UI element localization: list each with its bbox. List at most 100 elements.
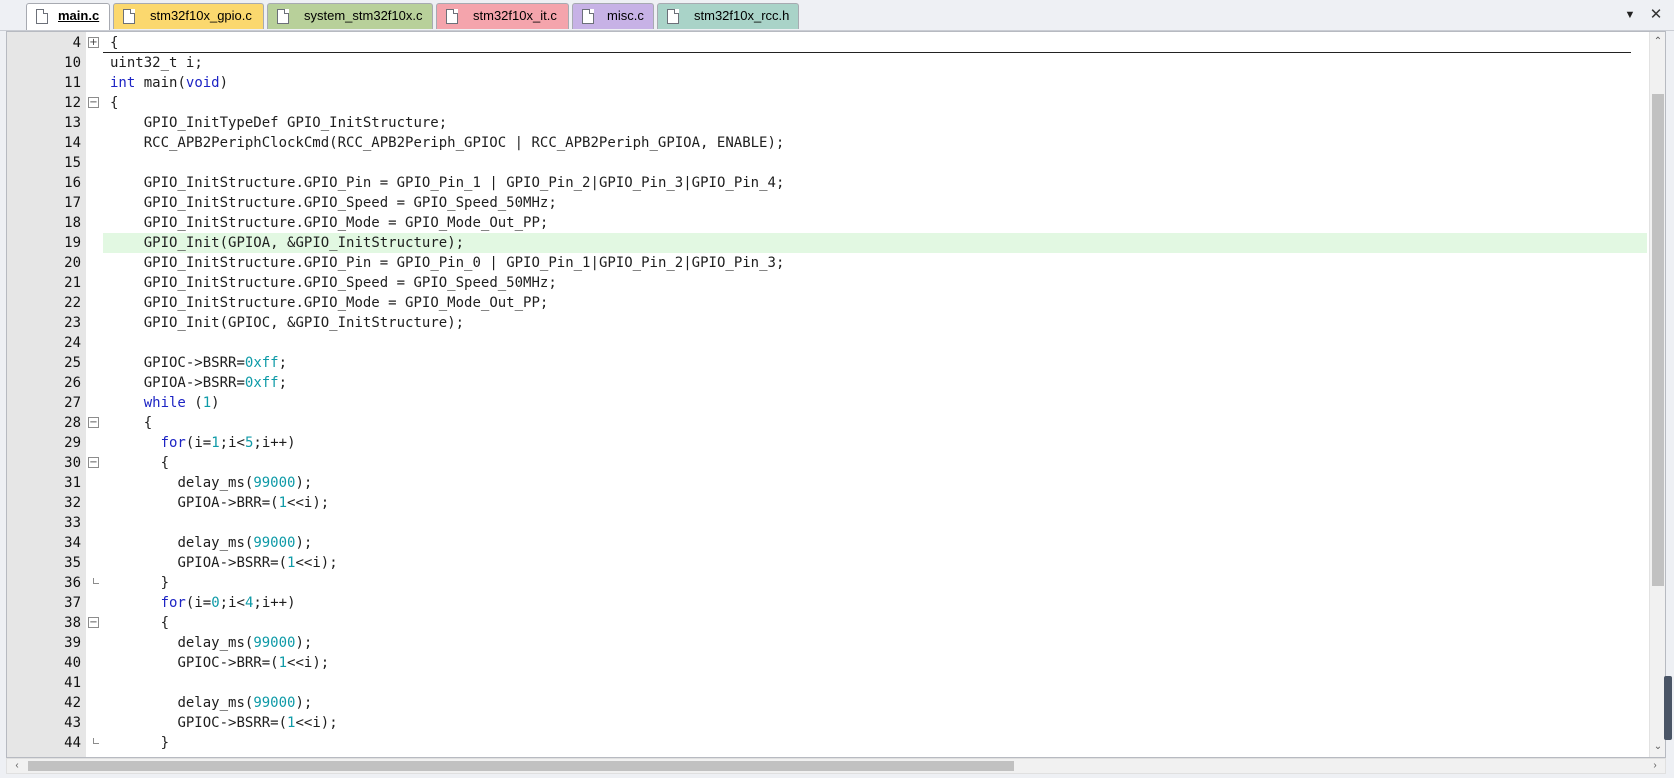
code-editor[interactable]: 4 +{10 uint32_t i; 11 int main(void) 12−{13 G… [6, 31, 1666, 758]
code-line[interactable]: 29 for(i=1;i<5;i++) [7, 433, 1647, 453]
scroll-up-icon[interactable]: ⌃ [1650, 34, 1665, 50]
code-line[interactable]: 43 GPIOC->BSRR=(1<<i); [7, 713, 1647, 733]
code-line[interactable]: 23 GPIO_Init(GPIOC, &GPIO_InitStructure)… [7, 313, 1647, 333]
code-text[interactable]: GPIO_InitTypeDef GPIO_InitStructure; [103, 113, 1647, 133]
horizontal-scrollbar[interactable]: ‹ › [6, 758, 1666, 774]
code-line[interactable]: 26 GPIOA->BSRR=0xff; [7, 373, 1647, 393]
code-text[interactable]: for(i=0;i<4;i++) [103, 593, 1647, 613]
code-text[interactable]: GPIO_InitStructure.GPIO_Speed = GPIO_Spe… [103, 193, 1647, 213]
code-text[interactable]: GPIOA->BRR=(1<<i); [103, 493, 1647, 513]
code-line[interactable]: 34 delay_ms(99000); [7, 533, 1647, 553]
code-text[interactable]: } [103, 733, 1647, 753]
fold-collapse-icon[interactable]: − [88, 617, 99, 628]
code-text[interactable]: } [103, 573, 1647, 593]
code-line[interactable]: 36 } [7, 573, 1647, 593]
code-line[interactable]: 44 } [7, 733, 1647, 753]
fold-collapse-icon[interactable]: − [88, 457, 99, 468]
code-line[interactable]: 13 GPIO_InitTypeDef GPIO_InitStructure; [7, 113, 1647, 133]
tab-system-stm32f10x-c[interactable]: system_stm32f10x.c [267, 3, 433, 29]
code-line[interactable]: 30− { [7, 453, 1647, 473]
vertical-scrollbar[interactable]: ⌃ ⌄ [1649, 32, 1665, 757]
code-line[interactable]: 35 GPIOA->BSRR=(1<<i); [7, 553, 1647, 573]
scroll-down-icon[interactable]: ⌄ [1650, 739, 1665, 755]
fold-collapse-icon[interactable]: − [88, 417, 99, 428]
code-line[interactable]: 41 [7, 673, 1647, 693]
code-text[interactable] [103, 673, 1647, 693]
vertical-scroll-thumb[interactable] [1652, 94, 1664, 586]
code-line[interactable]: 18 GPIO_InitStructure.GPIO_Mode = GPIO_M… [7, 213, 1647, 233]
code-line[interactable]: 15 [7, 153, 1647, 173]
close-icon[interactable]: ✕ [1648, 7, 1664, 23]
code-text[interactable]: { [103, 413, 1647, 433]
code-text[interactable]: { [103, 33, 1647, 53]
code-text[interactable]: for(i=1;i<5;i++) [103, 433, 1647, 453]
code-line[interactable]: 37 for(i=0;i<4;i++) [7, 593, 1647, 613]
code-line[interactable]: 20 GPIO_InitStructure.GPIO_Pin = GPIO_Pi… [7, 253, 1647, 273]
code-text[interactable]: GPIO_InitStructure.GPIO_Pin = GPIO_Pin_0… [103, 253, 1647, 273]
code-text[interactable]: RCC_APB2PeriphClockCmd(RCC_APB2Periph_GP… [103, 133, 1647, 153]
code-line[interactable]: 25 GPIOC->BSRR=0xff; [7, 353, 1647, 373]
horizontal-scroll-thumb[interactable] [28, 761, 1014, 771]
code-text[interactable]: { [103, 613, 1647, 633]
code-text[interactable]: GPIOC->BSRR=(1<<i); [103, 713, 1647, 733]
scroll-left-icon[interactable]: ‹ [9, 759, 25, 773]
tab-misc-c[interactable]: misc.c [572, 3, 654, 29]
code-line[interactable]: 42 delay_ms(99000); [7, 693, 1647, 713]
code-text[interactable]: { [103, 453, 1647, 473]
splitter-grip[interactable] [1664, 676, 1672, 740]
code-text[interactable] [103, 333, 1647, 353]
fold-collapse-icon[interactable]: − [88, 97, 99, 108]
code-text[interactable]: GPIO_InitStructure.GPIO_Pin = GPIO_Pin_1… [103, 173, 1647, 193]
code-text[interactable]: GPIOA->BSRR=0xff; [103, 373, 1647, 393]
code-text[interactable]: GPIO_InitStructure.GPIO_Speed = GPIO_Spe… [103, 273, 1647, 293]
code-text[interactable]: GPIOC->BRR=(1<<i); [103, 653, 1647, 673]
code-line[interactable]: 19 GPIO_Init(GPIOA, &GPIO_InitStructure)… [7, 233, 1647, 253]
code-line[interactable]: 12−{ [7, 93, 1647, 113]
code-text[interactable]: delay_ms(99000); [103, 473, 1647, 493]
code-text[interactable]: GPIOC->BSRR=0xff; [103, 353, 1647, 373]
code-line[interactable]: 17 GPIO_InitStructure.GPIO_Speed = GPIO_… [7, 193, 1647, 213]
code-text[interactable]: delay_ms(99000); [103, 533, 1647, 553]
code-text[interactable]: { [103, 93, 1647, 113]
code-line[interactable]: 32 GPIOA->BRR=(1<<i); [7, 493, 1647, 513]
file-icon [667, 9, 679, 24]
code-text[interactable]: GPIOA->BSRR=(1<<i); [103, 553, 1647, 573]
line-number: 15 [64, 155, 81, 171]
code-line[interactable]: 27 while (1) [7, 393, 1647, 413]
code-line[interactable]: 16 GPIO_InitStructure.GPIO_Pin = GPIO_Pi… [7, 173, 1647, 193]
code-text[interactable] [103, 153, 1647, 173]
code-text[interactable]: int main(void) [103, 73, 1647, 93]
line-number: 25 [64, 355, 81, 371]
line-number: 12 [64, 95, 81, 111]
code-line[interactable]: 10 uint32_t i; [7, 53, 1647, 73]
tab-stm32f10x-rcc-h[interactable]: stm32f10x_rcc.h [657, 3, 799, 29]
scroll-right-icon[interactable]: › [1647, 759, 1663, 773]
code-text[interactable]: delay_ms(99000); [103, 633, 1647, 653]
code-line[interactable]: 33 [7, 513, 1647, 533]
code-line[interactable]: 22 GPIO_InitStructure.GPIO_Mode = GPIO_M… [7, 293, 1647, 313]
code-line[interactable]: 38− { [7, 613, 1647, 633]
code-line[interactable]: 28− { [7, 413, 1647, 433]
code-line[interactable]: 4 + { [7, 33, 1647, 53]
line-number: 23 [64, 315, 81, 331]
code-text[interactable]: delay_ms(99000); [103, 693, 1647, 713]
fold-expand-icon[interactable]: + [88, 37, 99, 48]
code-text[interactable]: GPIO_InitStructure.GPIO_Mode = GPIO_Mode… [103, 293, 1647, 313]
code-line[interactable]: 31 delay_ms(99000); [7, 473, 1647, 493]
code-text[interactable]: GPIO_Init(GPIOA, &GPIO_InitStructure); [103, 233, 1647, 253]
chevron-down-icon[interactable]: ▼ [1622, 7, 1638, 23]
tab-stm32f10x-gpio-c[interactable]: stm32f10x_gpio.c [113, 3, 264, 29]
code-line[interactable]: 14 RCC_APB2PeriphClockCmd(RCC_APB2Periph… [7, 133, 1647, 153]
code-text[interactable]: GPIO_Init(GPIOC, &GPIO_InitStructure); [103, 313, 1647, 333]
tab-stm32f10x-it-c[interactable]: stm32f10x_it.c [436, 3, 569, 29]
code-text[interactable]: GPIO_InitStructure.GPIO_Mode = GPIO_Mode… [103, 213, 1647, 233]
code-text[interactable]: while (1) [103, 393, 1647, 413]
tab-main-c[interactable]: main.c [26, 3, 110, 30]
code-line[interactable]: 21 GPIO_InitStructure.GPIO_Speed = GPIO_… [7, 273, 1647, 293]
code-line[interactable]: 40 GPIOC->BRR=(1<<i); [7, 653, 1647, 673]
code-text[interactable]: uint32_t i; [103, 53, 1647, 73]
code-line[interactable]: 24 [7, 333, 1647, 353]
code-text[interactable] [103, 513, 1647, 533]
code-line[interactable]: 11 int main(void) [7, 73, 1647, 93]
code-line[interactable]: 39 delay_ms(99000); [7, 633, 1647, 653]
